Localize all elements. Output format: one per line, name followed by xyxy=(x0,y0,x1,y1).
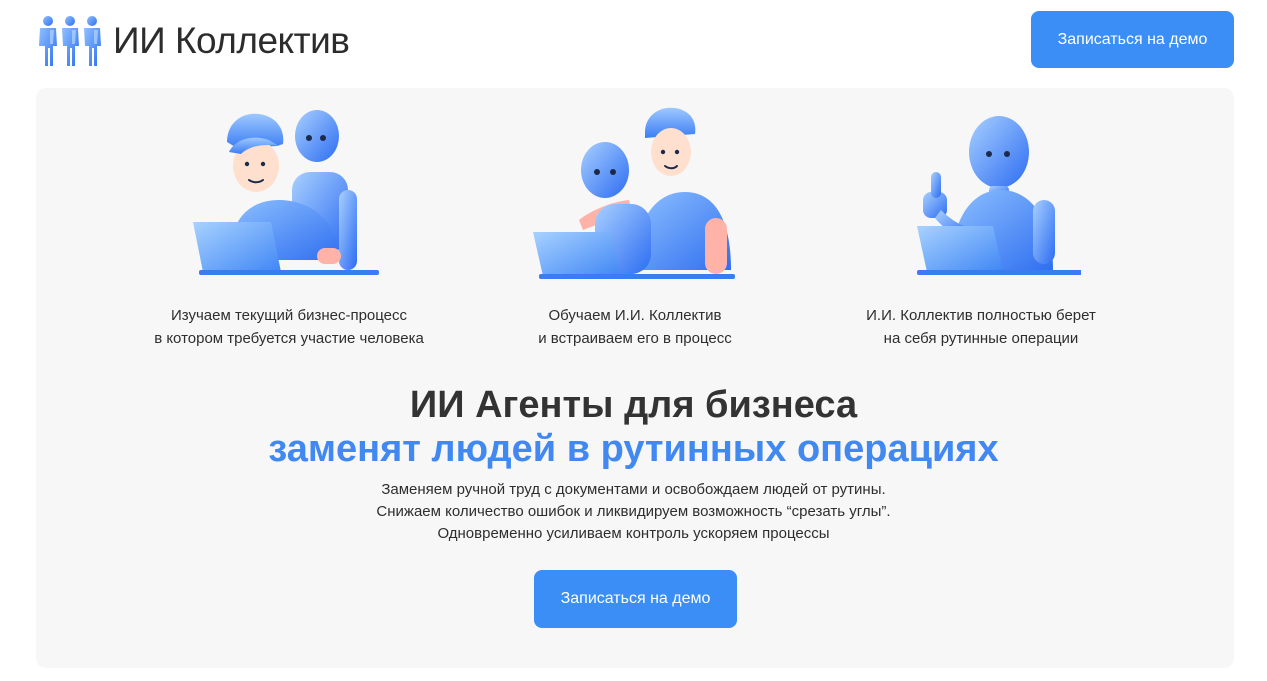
hero-description: Заменяем ручной труд с документами и осв… xyxy=(376,481,891,542)
person-and-robot-studying-icon xyxy=(193,110,379,275)
step-caption: И.И. Коллектив полностью берет на себя р… xyxy=(866,307,1096,347)
hero-subtitle: заменят людей в рутинных операциях xyxy=(268,428,999,470)
step-automate: И.И. Коллектив полностью берет на себя р… xyxy=(821,100,1141,350)
hero-book-demo-button[interactable]: Записаться на демо xyxy=(534,570,737,628)
site-header: ИИ Коллектив Записаться на демо xyxy=(0,0,1267,84)
three-people-logo-icon xyxy=(39,16,101,66)
logo-text: ИИ Коллектив xyxy=(113,20,350,61)
robot-thumbs-up-icon xyxy=(917,116,1081,275)
step-train: Обучаем И.И. Коллектив и встраиваем его … xyxy=(475,100,795,350)
hero-title: ИИ Агенты для бизнеса xyxy=(409,384,858,426)
step-caption: Обучаем И.И. Коллектив и встраиваем его … xyxy=(538,307,732,347)
book-demo-button[interactable]: Записаться на демо xyxy=(1031,11,1234,68)
step-caption: Изучаем текущий бизнес-процесс в котором… xyxy=(154,307,424,347)
person-training-robot-icon xyxy=(533,107,735,279)
step-study: Изучаем текущий бизнес-процесс в котором… xyxy=(129,100,449,350)
logo[interactable]: ИИ Коллектив xyxy=(37,13,350,69)
